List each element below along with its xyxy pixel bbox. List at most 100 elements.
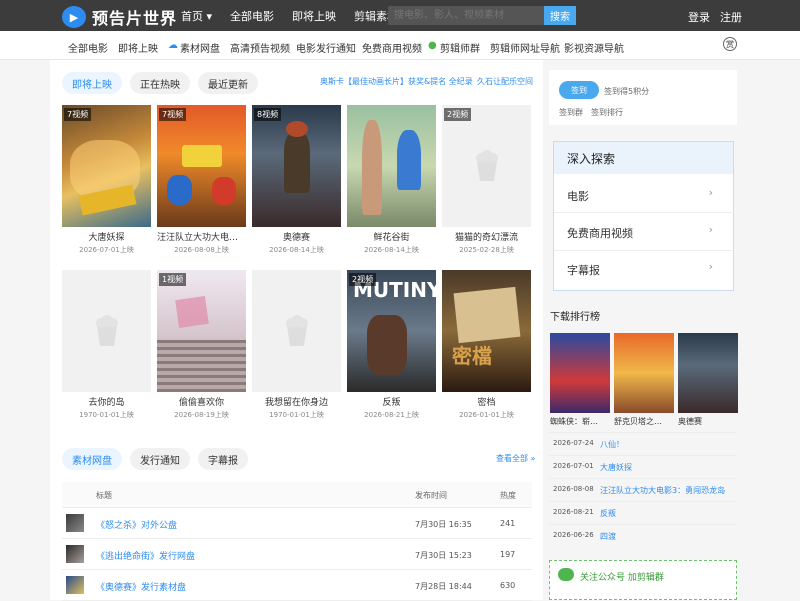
sign-rank-link[interactable]: 签到排行 — [591, 107, 623, 118]
video-count-badge: 7视频 — [64, 108, 92, 121]
rank-date: 2026-07-01 — [553, 462, 594, 470]
release-date: 2026-01-01上映 — [459, 411, 514, 419]
oscar-link[interactable]: 奥斯卡【最佳动画长片】获奖&提名 全纪录 — [320, 76, 473, 87]
nav-all-movies[interactable]: 全部电影 — [230, 8, 274, 24]
rank-row[interactable]: 2026-06-26 四渡 — [549, 524, 737, 547]
movie-title[interactable]: 大唐妖探 — [62, 230, 151, 243]
movie-poster[interactable] — [252, 105, 341, 227]
subnav-editor-nav[interactable]: 剪辑师网址导航 — [490, 40, 560, 55]
movie-title[interactable]: 猫猫的奇幻漂流 — [442, 230, 531, 243]
release-date: 2026-08-08上映 — [174, 246, 229, 254]
nav-upcoming[interactable]: 即将上映 — [292, 8, 336, 24]
movie-title[interactable]: 我想留在你身边 — [252, 395, 341, 408]
subnav-editor-group[interactable]: 剪辑师群 — [440, 40, 480, 55]
popcorn-icon — [285, 315, 308, 346]
tab-subtitle-news[interactable]: 字幕报 — [198, 448, 248, 470]
movie-title[interactable]: 鲜花谷街 — [347, 230, 436, 243]
subnav-material-disk[interactable]: 素材网盘 — [180, 40, 220, 55]
rank-name[interactable]: 四渡 — [600, 531, 616, 542]
download-name[interactable]: 蜘蛛侠：崭… — [550, 416, 610, 427]
rank-row[interactable]: 2026-08-21 反叛 — [549, 501, 737, 524]
tab-recent[interactable]: 最近更新 — [198, 72, 258, 94]
download-poster[interactable] — [678, 333, 738, 413]
video-count-badge: 8视频 — [254, 108, 282, 121]
movie-poster[interactable] — [62, 105, 151, 227]
movie-title[interactable]: 偷偷喜欢你 — [157, 395, 246, 408]
login-link[interactable]: 登录 — [688, 9, 710, 25]
search-button[interactable]: 搜索 — [544, 6, 576, 25]
subnav-hd-trailers[interactable]: 高清预告视频 — [230, 40, 290, 55]
row-hot: 630 — [500, 581, 516, 590]
tab-release-notice[interactable]: 发行通知 — [130, 448, 190, 470]
row-title[interactable]: 《怒之杀》对外公盘 — [96, 518, 177, 531]
movie-poster[interactable]: MUTINY — [347, 270, 436, 392]
movie-title[interactable]: 密档 — [442, 395, 531, 408]
sign-in-button[interactable]: 签到 — [559, 81, 599, 99]
explore-item-movies[interactable]: 电影 — [567, 188, 589, 204]
video-count-badge: 2视频 — [444, 108, 472, 121]
subnav-all-movies[interactable]: 全部电影 — [68, 40, 108, 55]
row-thumbnail — [66, 514, 84, 532]
video-count-badge: 1视频 — [159, 273, 187, 286]
movie-poster[interactable] — [157, 270, 246, 392]
movie-poster[interactable]: 密檔 — [442, 270, 531, 392]
poster-placeholder[interactable] — [442, 105, 531, 227]
search-input[interactable] — [388, 6, 545, 25]
rank-date: 2026-08-08 — [553, 485, 594, 493]
movie-title[interactable]: 奥德赛 — [252, 230, 341, 243]
movie-title[interactable]: 反叛 — [347, 395, 436, 408]
explore-item-subtitles[interactable]: 字幕报 — [567, 262, 600, 278]
wechat-panel[interactable]: 关注公众号 加剪辑群 — [549, 560, 737, 600]
rank-row[interactable]: 2026-08-08 汪汪队立大功大电影3：勇闯恐龙岛 — [549, 478, 737, 501]
poster-placeholder[interactable] — [62, 270, 151, 392]
subnav-free-videos[interactable]: 免费商用视频 — [362, 40, 422, 55]
col-title: 标题 — [96, 491, 112, 500]
reward-icon[interactable]: 赏 — [723, 37, 737, 51]
register-link[interactable]: 注册 — [720, 9, 742, 25]
top-nav: 首页 ▾ 全部电影 即将上映 剪辑素材 — [181, 8, 398, 24]
site-name: 预告片世界 — [92, 9, 178, 28]
download-rank-title: 下载排行榜 — [550, 312, 600, 323]
table-row[interactable]: 《怒之杀》对外公盘 7月30日 16:35 241 — [62, 508, 532, 539]
movie-title[interactable]: 汪汪队立大功大电影… — [157, 230, 246, 243]
download-poster[interactable] — [550, 333, 610, 413]
movie-poster[interactable] — [157, 105, 246, 227]
play-icon: ▶ — [62, 6, 86, 28]
subnav-resource-nav[interactable]: 影视资源导航 — [564, 40, 624, 55]
subnav-upcoming[interactable]: 即将上映 — [118, 40, 158, 55]
movie-title[interactable]: 去你的岛 — [62, 395, 151, 408]
download-name[interactable]: 舒克贝塔之… — [614, 416, 674, 427]
joe-hisaishi-link[interactable]: 久石让配乐空间 — [477, 76, 533, 87]
download-name[interactable]: 奥德赛 — [678, 416, 738, 427]
rank-name[interactable]: 大唐妖探 — [600, 462, 632, 473]
popcorn-icon — [475, 150, 498, 181]
site-logo[interactable]: ▶ 预告片世界 — [62, 5, 177, 29]
movie-poster[interactable] — [347, 105, 436, 227]
download-poster[interactable] — [614, 333, 674, 413]
subnav-release-notice[interactable]: 电影发行通知 — [296, 40, 356, 55]
tab-now-showing[interactable]: 正在热映 — [130, 72, 190, 94]
view-all-link[interactable]: 查看全部 » — [496, 453, 535, 464]
table-row[interactable]: 《奥德赛》发行素材盘 7月28日 18:44 630 — [62, 570, 532, 601]
rank-name[interactable]: 汪汪队立大功大电影3：勇闯恐龙岛 — [600, 485, 725, 496]
rank-name[interactable]: 反叛 — [600, 508, 616, 519]
sign-group-link[interactable]: 签到群 — [559, 107, 583, 118]
rank-date: 2026-08-21 — [553, 508, 594, 516]
tab-upcoming[interactable]: 即将上映 — [62, 72, 122, 94]
table-row[interactable]: 《逃出绝命街》发行网盘 7月30日 15:23 197 — [62, 539, 532, 570]
poster-placeholder[interactable] — [252, 270, 341, 392]
rank-row[interactable]: 2026-07-01 大唐妖探 — [549, 455, 737, 478]
release-date: 2026-08-14上映 — [269, 246, 324, 254]
row-title[interactable]: 《逃出绝命街》发行网盘 — [96, 549, 195, 562]
video-count-badge: 7视频 — [159, 108, 187, 121]
download-card[interactable]: 奥德赛 — [678, 333, 738, 427]
tab-material-disk[interactable]: 素材网盘 — [62, 448, 122, 470]
download-card[interactable]: 蜘蛛侠：崭… — [550, 333, 610, 427]
row-title[interactable]: 《奥德赛》发行素材盘 — [96, 580, 186, 593]
rank-date: 2026-07-24 — [553, 439, 594, 447]
nav-home[interactable]: 首页 ▾ — [181, 8, 212, 24]
rank-row[interactable]: 2026-07-24 八仙！ — [549, 432, 737, 455]
explore-item-free-videos[interactable]: 免费商用视频 — [567, 225, 633, 241]
download-card[interactable]: 舒克贝塔之… — [614, 333, 674, 427]
rank-name[interactable]: 八仙！ — [600, 439, 624, 450]
